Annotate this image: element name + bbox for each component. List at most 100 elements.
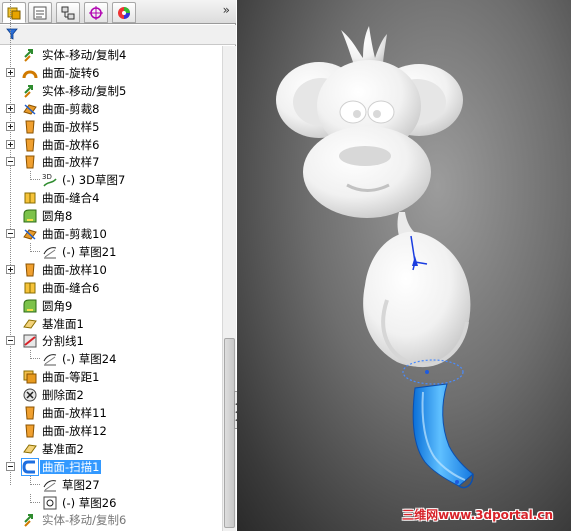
- tree-item-label: (-) 3D草图7: [62, 173, 126, 188]
- dimxpert-tab[interactable]: [84, 2, 108, 23]
- tree-item-label: 实体-移动/复制4: [42, 48, 127, 62]
- tree-item[interactable]: 曲面-扫描1: [0, 457, 222, 476]
- expand-toggle[interactable]: [6, 264, 15, 274]
- tree-item-label: (-) 草图21: [62, 244, 117, 259]
- plane-icon: [22, 441, 38, 457]
- delete-face-icon: [22, 387, 38, 403]
- collapse-toggle[interactable]: [6, 461, 15, 471]
- move-copy-icon: [22, 512, 38, 528]
- tree-item[interactable]: 曲面-剪裁10: [0, 225, 222, 243]
- tree-item-label: 曲面-扫描1: [40, 459, 102, 474]
- tree-item[interactable]: (-) 草图21: [0, 242, 222, 261]
- tree-item[interactable]: 3D (-) 3D草图7: [0, 171, 222, 189]
- tree-item[interactable]: 基准面2: [0, 440, 222, 458]
- tree-item[interactable]: (-) 草图26: [0, 493, 222, 512]
- sketch-lock-icon: [42, 495, 58, 511]
- tree-item-label: 曲面-等距1: [42, 370, 100, 385]
- surface-trim-icon: [22, 101, 38, 117]
- tree-item-label: 曲面-剪裁10: [42, 227, 107, 241]
- tree-item[interactable]: 圆角8: [0, 207, 222, 225]
- tree-item[interactable]: 曲面-缝合4: [0, 189, 222, 207]
- tree-item-label: 删除面2: [42, 388, 84, 403]
- tree-item[interactable]: 删除面2: [0, 386, 222, 404]
- tabs-expand-button[interactable]: »: [223, 3, 230, 17]
- tree-item-label: 实体-移动/复制6: [42, 513, 127, 528]
- tree-filter-bar[interactable]: [0, 25, 236, 45]
- expand-toggle[interactable]: [6, 67, 15, 77]
- tree-item[interactable]: 曲面-等距1: [0, 368, 222, 386]
- tree-item[interactable]: 圆角9: [0, 297, 222, 315]
- crosshair-icon: [89, 6, 103, 20]
- tree-item-label: 实体-移动/复制5: [42, 83, 127, 98]
- scrollbar-thumb[interactable]: [224, 338, 235, 528]
- expand-toggle[interactable]: [6, 121, 15, 131]
- surface-loft-icon: [22, 423, 38, 439]
- svg-text:3D: 3D: [42, 173, 52, 181]
- tree-item[interactable]: 曲面-放样5: [0, 118, 222, 136]
- sketch-icon: [42, 244, 58, 260]
- fillet-icon: [22, 298, 38, 314]
- tree-item[interactable]: 实体-移动/复制5: [0, 82, 222, 100]
- tree-item-label: 基准面2: [42, 441, 84, 456]
- featuremanager-tab[interactable]: [2, 2, 26, 23]
- configuration-icon: [61, 6, 75, 20]
- collapse-toggle[interactable]: [6, 229, 15, 238]
- configurationmanager-tab[interactable]: [56, 2, 80, 23]
- tree-item[interactable]: 实体-移动/复制6: [0, 511, 222, 529]
- surface-loft-icon: [22, 405, 38, 421]
- color-wheel-icon: [118, 7, 130, 19]
- tree-scrollbar[interactable]: [222, 46, 236, 531]
- expand-toggle[interactable]: [6, 103, 15, 113]
- muzzle: [303, 126, 431, 218]
- fillet-icon: [22, 208, 38, 224]
- surface-loft-icon: [22, 119, 38, 135]
- tree-item[interactable]: 曲面-旋转6: [0, 64, 222, 82]
- tree-item-label: 曲面-放样11: [42, 406, 107, 420]
- tree-item-label: 曲面-放样5: [42, 119, 100, 134]
- graphics-viewport[interactable]: 三维网www.3dportal.cn: [237, 0, 571, 531]
- surface-knit-icon: [22, 190, 38, 206]
- tree-item-label: 曲面-放样10: [42, 262, 107, 277]
- 3d-sketch-icon: 3D: [42, 172, 58, 188]
- sketch-icon: [42, 477, 58, 493]
- funnel-icon[interactable]: [6, 28, 18, 40]
- tree-item-label: 曲面-放样12: [42, 423, 107, 438]
- tree-item-label: 曲面-放样6: [42, 137, 100, 152]
- tree-item-label: 基准面1: [42, 316, 84, 331]
- tree-item[interactable]: 曲面-放样6: [0, 136, 222, 154]
- tree-item[interactable]: 曲面-放样12: [0, 422, 222, 440]
- plane-icon: [22, 316, 38, 332]
- feature-tree: 实体-移动/复制4 曲面-旋转6 实体-移动/复制5 曲面-剪裁8 曲面-放样5 曲面-放…: [0, 46, 222, 531]
- surface-loft-icon: [22, 154, 38, 170]
- tree-item[interactable]: 实体-移动/复制4: [0, 46, 222, 64]
- tree-item[interactable]: 曲面-放样7: [0, 153, 222, 171]
- feature-manager-panel: » 实体-移动/复制4 曲面-旋转6 实体-移动/复制5 曲面-剪裁8 曲面-放样5 曲面…: [0, 0, 236, 531]
- surface-knit-icon: [22, 280, 38, 296]
- tree-item[interactable]: 草图27: [0, 475, 222, 494]
- collapse-toggle[interactable]: [6, 157, 15, 167]
- tree-item[interactable]: (-) 草图24: [0, 350, 222, 368]
- collapse-toggle[interactable]: [6, 336, 15, 346]
- tree-item[interactable]: 基准面1: [0, 315, 222, 333]
- propertymanager-tab[interactable]: [28, 2, 52, 23]
- tree-item-label: 分割线1: [42, 334, 84, 349]
- expand-toggle[interactable]: [6, 139, 15, 149]
- body: [363, 231, 471, 367]
- panel-tab-bar: »: [0, 0, 236, 24]
- surface-sweep-icon: [21, 457, 39, 476]
- surface-offset-icon: [22, 369, 38, 385]
- tree-item[interactable]: 曲面-缝合6: [0, 279, 222, 297]
- tree-item[interactable]: 曲面-剪裁8: [0, 100, 222, 118]
- display-manager-tab[interactable]: [112, 2, 136, 23]
- tree-item[interactable]: 曲面-放样10: [0, 261, 222, 279]
- surface-loft-icon: [22, 137, 38, 153]
- tree-item[interactable]: 曲面-放样11: [0, 404, 222, 422]
- tree-item-label: 曲面-放样7: [42, 155, 100, 170]
- tree-item[interactable]: 分割线1: [0, 332, 222, 350]
- tree-item-label: 草图27: [62, 477, 100, 492]
- surface-revolve-icon: [22, 65, 38, 81]
- surface-loft-icon: [22, 262, 38, 278]
- tree-item-label: 曲面-缝合4: [42, 191, 100, 206]
- tree-item-label: (-) 草图26: [62, 495, 117, 510]
- site-watermark: 三维网www.3dportal.cn: [402, 508, 553, 522]
